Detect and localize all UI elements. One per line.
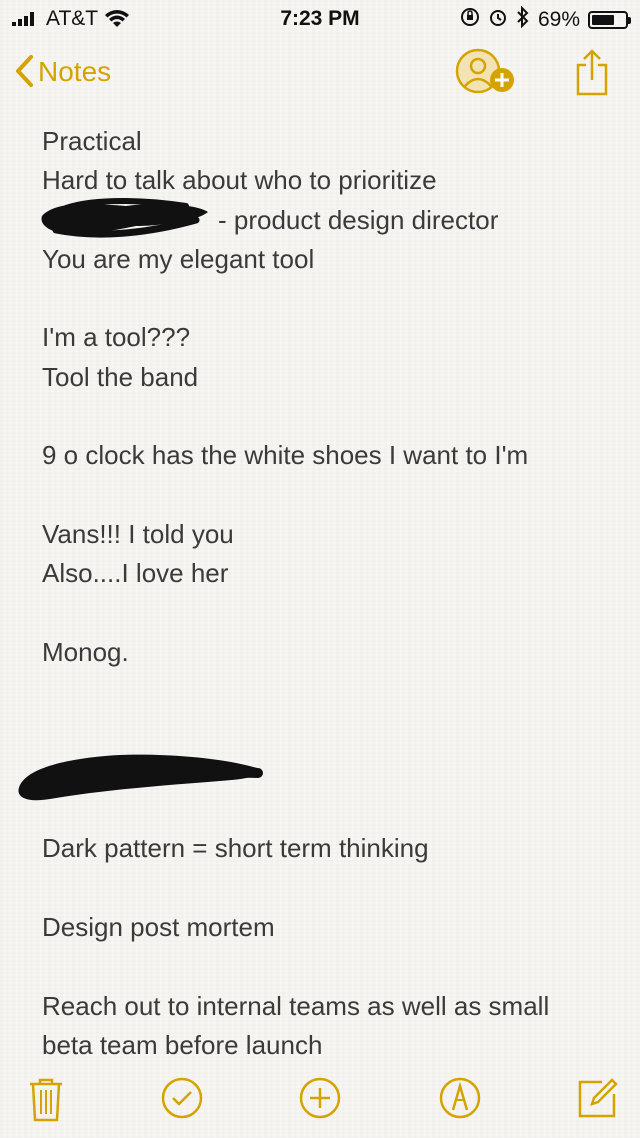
trash-icon (30, 1078, 62, 1122)
note-line: Vans!!! I told you (42, 518, 234, 549)
note-line (42, 476, 612, 515)
share-button[interactable] (574, 48, 610, 101)
note-line (42, 947, 612, 986)
bottom-toolbar (0, 1068, 640, 1138)
redaction-scribble (10, 745, 270, 812)
orientation-lock-icon (460, 7, 480, 33)
note-line (42, 397, 612, 436)
markup-button[interactable] (438, 1076, 482, 1125)
note-line (42, 672, 612, 711)
back-button[interactable]: Notes (14, 54, 111, 90)
compose-icon (578, 1078, 618, 1118)
add-person-icon (455, 48, 514, 94)
note-body[interactable]: Practical Hard to talk about who to prio… (42, 122, 612, 1065)
note-line (42, 869, 612, 908)
compose-button[interactable] (576, 1076, 620, 1125)
note-line: Also....I love her (42, 558, 229, 589)
note-line: Tool the band (42, 361, 199, 392)
delete-button[interactable] (28, 1076, 64, 1127)
pen-circle-icon (439, 1077, 481, 1119)
note-line: 9 o clock has the white shoes I want to … (42, 440, 529, 471)
add-people-button[interactable] (454, 46, 518, 103)
note-line: I'm a tool??? (42, 322, 191, 353)
note-line (42, 594, 612, 633)
status-right: 69% (460, 5, 631, 34)
add-attachment-button[interactable] (298, 1076, 342, 1125)
plus-circle-icon (299, 1077, 341, 1119)
note-line: Design post mortem (42, 911, 275, 942)
note-line: beta team before launch (42, 1029, 323, 1060)
note-line: Practical (42, 126, 142, 156)
chevron-left-icon (14, 54, 34, 90)
note-line: Dark pattern = short term thinking (42, 833, 429, 864)
status-bar: AT&T 7:23 PM 69% (0, 0, 640, 38)
checkmark-circle-icon (161, 1077, 203, 1119)
note-line: Reach out to internal teams as well as s… (42, 990, 550, 1021)
redaction-scribble (36, 196, 216, 249)
battery-icon (588, 11, 631, 29)
checklist-button[interactable] (160, 1076, 204, 1125)
alarm-icon (488, 7, 508, 33)
back-label: Notes (38, 56, 112, 87)
battery-percent: 69% (537, 8, 580, 31)
note-line: Monog. (42, 636, 129, 667)
share-icon (576, 49, 608, 96)
note-line (42, 279, 612, 318)
bluetooth-icon (516, 5, 530, 34)
note-line: Hard to talk about who to prioritize (42, 165, 437, 196)
